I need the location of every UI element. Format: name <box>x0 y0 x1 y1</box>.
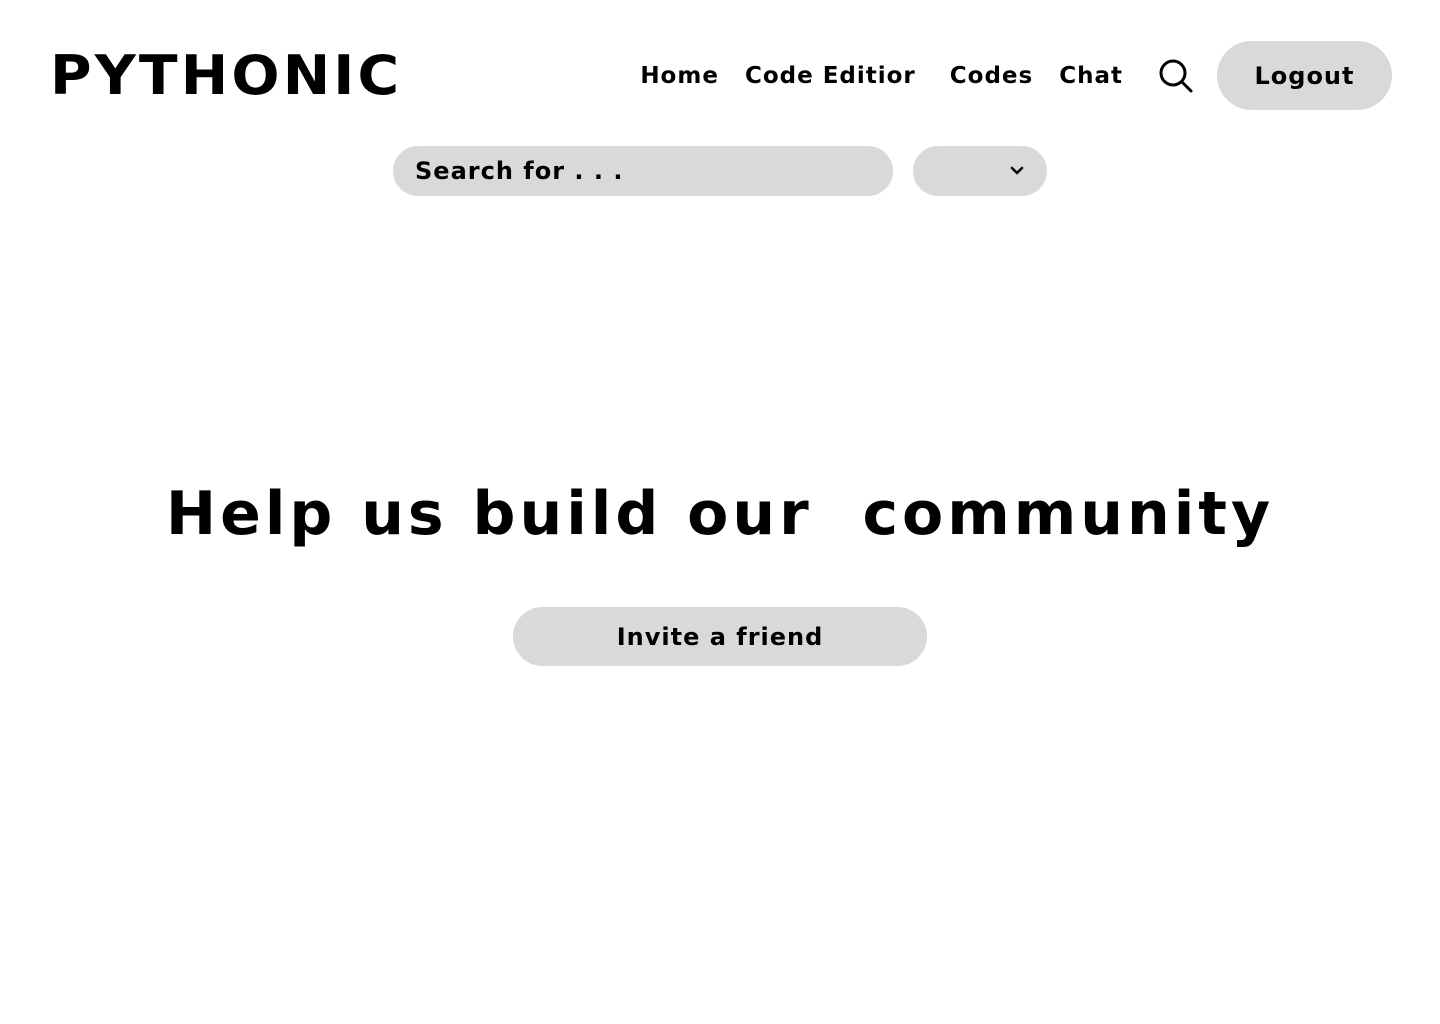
logout-button[interactable]: Logout <box>1217 41 1392 110</box>
search-input[interactable] <box>393 146 893 196</box>
page: PYTHONIC Home Code Editior Codes Chat Lo… <box>0 0 1440 1024</box>
search-icon-graphic <box>1159 59 1193 92</box>
nav-link-chat[interactable]: Chat <box>1059 63 1123 89</box>
site-logo[interactable]: PYTHONIC <box>50 44 402 108</box>
nav-link-code-editor[interactable]: Code Editior <box>745 63 916 89</box>
invite-friend-button[interactable]: Invite a friend <box>513 607 927 666</box>
search-icon[interactable] <box>1157 57 1195 95</box>
nav-link-home[interactable]: Home <box>640 63 719 89</box>
nav-link-codes[interactable]: Codes <box>950 63 1033 89</box>
filter-dropdown[interactable] <box>913 146 1047 196</box>
main-nav: Home Code Editior Codes Chat Logout <box>640 41 1392 110</box>
chevron-down-icon <box>1010 166 1024 175</box>
hero-headline: Help us build our community <box>165 479 1275 549</box>
